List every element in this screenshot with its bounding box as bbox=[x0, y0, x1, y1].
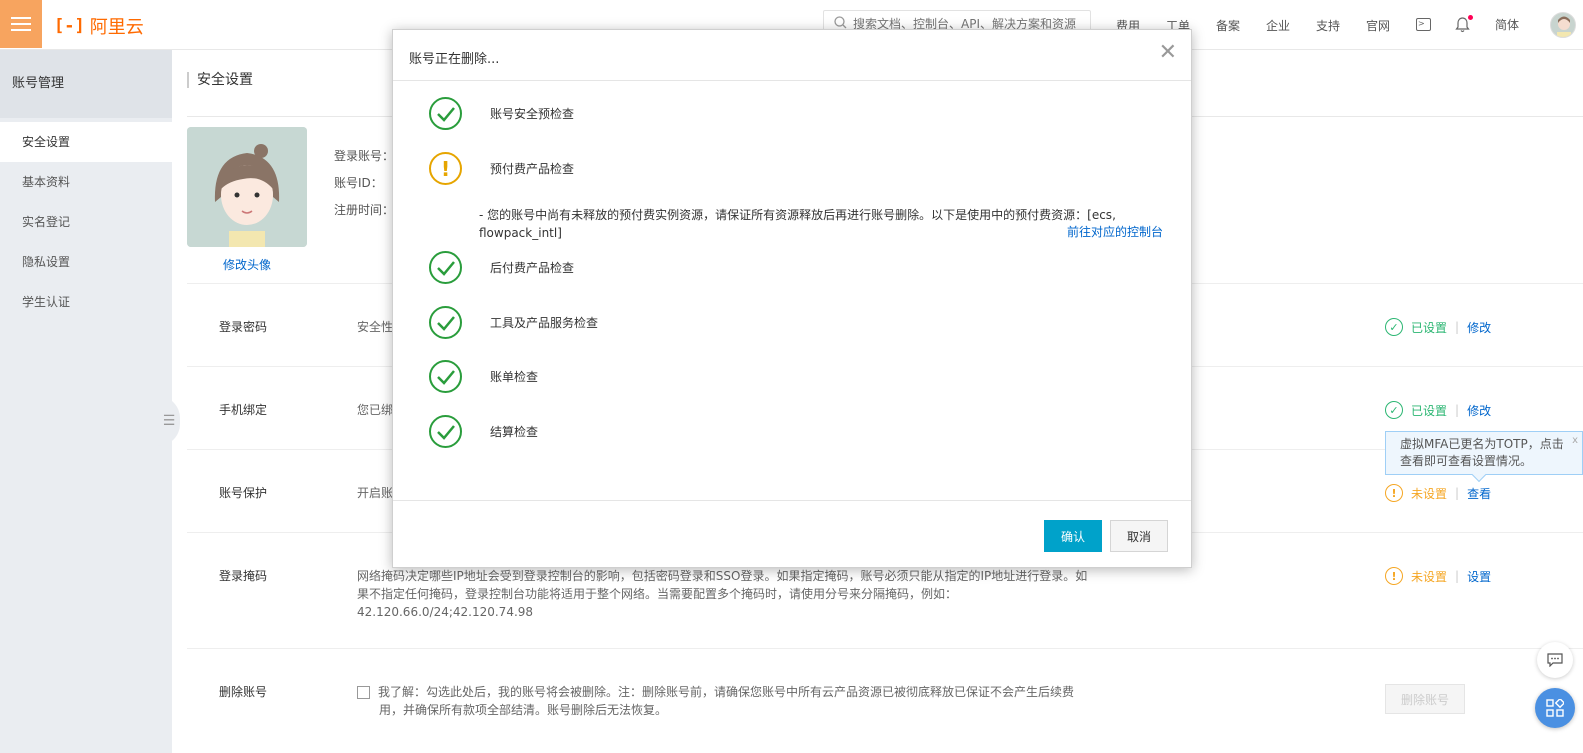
success-icon bbox=[429, 306, 462, 339]
warning-icon: ! bbox=[1385, 484, 1403, 502]
row-label: 登录掩码 bbox=[219, 569, 268, 583]
tooltip-text: 虚拟MFA已更名为TOTP，点击查看即可查看设置情况。 bbox=[1400, 437, 1564, 468]
success-icon bbox=[429, 360, 462, 393]
notification-dot bbox=[1468, 14, 1473, 20]
login-account-label: 登录账号： bbox=[334, 149, 395, 163]
nav-icp[interactable]: 备案 bbox=[1216, 17, 1266, 34]
row-status: ! 未设置 | 设置 bbox=[1385, 567, 1491, 585]
register-time-label: 注册时间： bbox=[334, 203, 395, 217]
delete-progress-dialog: 账号正在删除... ✕ 账号安全预检查 ! 预付费产品检查 - 您的账号中尚有未… bbox=[392, 29, 1192, 568]
check-item-prepaid: ! 预付费产品检查 bbox=[429, 152, 574, 185]
check-label: 账单检查 bbox=[490, 370, 539, 384]
separator: | bbox=[1455, 486, 1460, 500]
delete-account-button[interactable]: 删除账号 bbox=[1385, 684, 1465, 714]
nav-enterprise[interactable]: 企业 bbox=[1266, 17, 1316, 34]
confirm-button[interactable]: 确认 bbox=[1044, 520, 1102, 552]
nav-official-site[interactable]: 官网 bbox=[1366, 17, 1416, 34]
check-item-billing: 账单检查 bbox=[429, 360, 538, 393]
close-icon[interactable]: ✕ bbox=[1159, 42, 1177, 64]
profile-avatar[interactable] bbox=[187, 127, 307, 247]
row-status: ✓ 已设置 | 修改 bbox=[1385, 401, 1491, 419]
row-label: 账号保护 bbox=[219, 486, 268, 500]
check-label: 账号安全预检查 bbox=[490, 107, 575, 121]
user-avatar[interactable] bbox=[1550, 12, 1576, 38]
top-icons: > 简体 bbox=[1416, 14, 1519, 33]
change-avatar-link[interactable]: 修改头像 bbox=[223, 256, 271, 273]
menu-icon[interactable] bbox=[0, 0, 42, 48]
check-item-tools-services: 工具及产品服务检查 bbox=[429, 306, 598, 339]
check-label: 工具及产品服务检查 bbox=[490, 316, 599, 330]
sidebar-title: 账号管理 bbox=[0, 50, 172, 118]
chat-icon[interactable] bbox=[1537, 642, 1573, 678]
check-label: 结算检查 bbox=[490, 425, 539, 439]
warning-icon: ! bbox=[429, 152, 462, 185]
separator: | bbox=[1455, 320, 1460, 334]
prepaid-warning-detail: - 您的账号中尚有未释放的预付费实例资源，请保证所有资源释放后再进行账号删除。以… bbox=[479, 208, 1116, 240]
account-id-label: 账号ID： bbox=[334, 176, 383, 190]
row-label: 登录密码 bbox=[219, 320, 268, 334]
success-icon bbox=[429, 251, 462, 284]
brand-name: 阿里云 bbox=[89, 17, 144, 38]
success-icon bbox=[429, 415, 462, 448]
row-label: 手机绑定 bbox=[219, 403, 268, 417]
sidebar: 账号管理 安全设置 基本资料 实名登记 隐私设置 学生认证 bbox=[0, 50, 172, 753]
apps-icon[interactable] bbox=[1535, 688, 1575, 728]
status-text: 未设置 bbox=[1411, 569, 1448, 584]
nav-support[interactable]: 支持 bbox=[1316, 17, 1366, 34]
cancel-button[interactable]: 取消 bbox=[1110, 520, 1168, 552]
sidebar-item-security[interactable]: 安全设置 bbox=[0, 122, 172, 162]
check-icon: ✓ bbox=[1385, 318, 1403, 336]
bell-icon[interactable] bbox=[1455, 14, 1473, 33]
sidebar-item-real-name[interactable]: 实名登记 bbox=[0, 202, 172, 242]
language-switch[interactable]: 简体 bbox=[1495, 16, 1519, 33]
warning-icon: ! bbox=[1385, 567, 1403, 585]
status-text: 已设置 bbox=[1411, 320, 1448, 335]
separator: | bbox=[1455, 403, 1460, 417]
row-delete-account: 删除账号 我了解：勾选此处后，我的账号将会被删除。注：删除账号前，请确保您账号中… bbox=[187, 648, 1583, 753]
status-text: 未设置 bbox=[1411, 486, 1448, 501]
sidebar-item-basic-info[interactable]: 基本资料 bbox=[0, 162, 172, 202]
check-item-settlement: 结算检查 bbox=[429, 415, 538, 448]
modify-phone-link[interactable]: 修改 bbox=[1467, 402, 1491, 419]
terminal-icon[interactable]: > bbox=[1416, 18, 1431, 31]
agree-checkbox[interactable] bbox=[357, 686, 370, 699]
dialog-header: 账号正在删除... ✕ bbox=[393, 30, 1191, 81]
sidebar-item-student[interactable]: 学生认证 bbox=[0, 282, 172, 322]
check-item-account-security: 账号安全预检查 bbox=[429, 97, 574, 130]
totp-tooltip: 虚拟MFA已更名为TOTP，点击查看即可查看设置情况。 x bbox=[1385, 431, 1583, 483]
sidebar-collapse-icon[interactable]: ☰ bbox=[158, 396, 180, 446]
delete-agreement: 我了解：勾选此处后，我的账号将会被删除。注：删除账号前，请确保您账号中所有云产品… bbox=[357, 683, 1097, 719]
success-icon bbox=[429, 97, 462, 130]
modify-password-link[interactable]: 修改 bbox=[1467, 319, 1491, 336]
sidebar-item-privacy[interactable]: 隐私设置 bbox=[0, 242, 172, 282]
check-label: 预付费产品检查 bbox=[490, 162, 575, 176]
row-label: 删除账号 bbox=[219, 685, 268, 699]
dialog-title: 账号正在删除... bbox=[409, 52, 500, 67]
row-status: ! 未设置 | 查看 bbox=[1385, 484, 1491, 502]
status-text: 已设置 bbox=[1411, 403, 1448, 418]
check-item-postpaid: 后付费产品检查 bbox=[429, 251, 574, 284]
set-mask-link[interactable]: 设置 bbox=[1467, 568, 1491, 585]
go-to-console-link[interactable]: 前往对应的控制台 bbox=[1067, 223, 1163, 240]
close-icon[interactable]: x bbox=[1572, 432, 1578, 449]
separator: | bbox=[1455, 569, 1460, 583]
page-title: 安全设置 bbox=[187, 72, 253, 88]
row-desc: 网络掩码决定哪些IP地址会受到登录控制台的影响，包括密码登录和SSO登录。如果指… bbox=[357, 569, 1088, 619]
dialog-footer: 确认 取消 bbox=[393, 500, 1191, 568]
brand-mark: [-] bbox=[54, 16, 85, 36]
delete-agreement-text: 我了解：勾选此处后，我的账号将会被删除。注：删除账号前，请确保您账号中所有云产品… bbox=[378, 685, 1075, 717]
check-label: 后付费产品检查 bbox=[490, 261, 575, 275]
row-status: ✓ 已设置 | 修改 bbox=[1385, 318, 1491, 336]
brand-logo[interactable]: [-] 阿里云 bbox=[54, 13, 144, 39]
view-protection-link[interactable]: 查看 bbox=[1467, 485, 1491, 502]
check-icon: ✓ bbox=[1385, 401, 1403, 419]
